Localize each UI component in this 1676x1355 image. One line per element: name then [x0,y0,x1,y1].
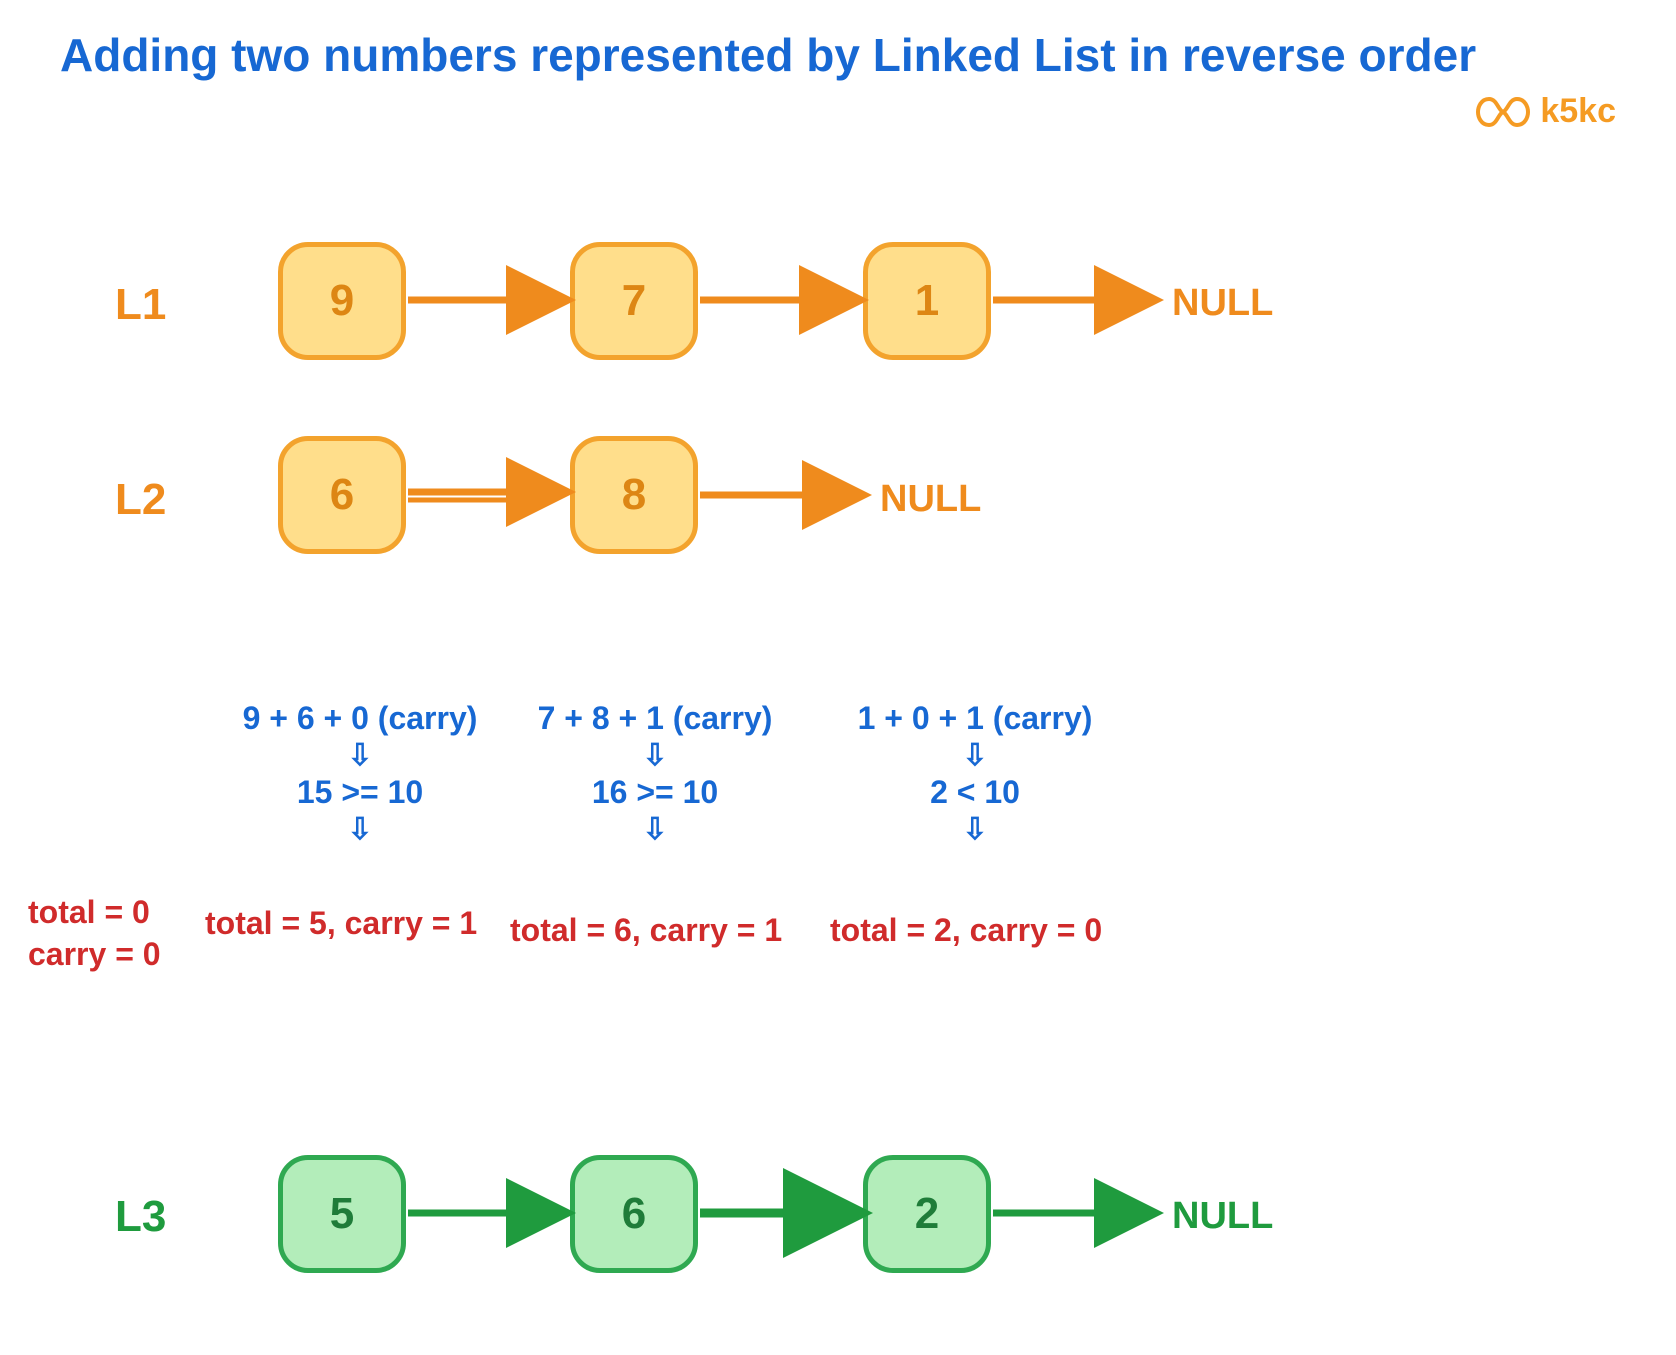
l1-node-0: 9 [278,242,406,360]
l2-node-0: 6 [278,436,406,554]
l3-node-0-value: 5 [330,1189,354,1239]
l3-node-0: 5 [278,1155,406,1273]
l2-null: NULL [880,478,981,521]
l2-label: L2 [115,475,166,525]
l1-node-2-value: 1 [915,276,939,326]
brand-badge: k5kc [1476,92,1616,131]
down-arrow-icon: ⇩ [215,813,505,846]
l3-node-1: 6 [570,1155,698,1273]
brand-logo-icon [1476,95,1530,129]
down-arrow-icon: ⇩ [830,739,1120,772]
l1-node-1: 7 [570,242,698,360]
step-1-cmp: 16 >= 10 [510,774,800,811]
step-0-expr: 9 + 6 + 0 (carry) [215,700,505,737]
brand-text: k5kc [1540,92,1616,131]
arrows-layer-bottom [0,0,1676,1355]
step-0-cmp: 15 >= 10 [215,774,505,811]
down-arrow-icon: ⇩ [830,813,1120,846]
step-2: 1 + 0 + 1 (carry) ⇩ 2 < 10 ⇩ [830,700,1120,848]
step-2-expr: 1 + 0 + 1 (carry) [830,700,1120,737]
l3-node-1-value: 6 [622,1189,646,1239]
step-2-cmp: 2 < 10 [830,774,1120,811]
l1-null: NULL [1172,282,1273,325]
initial-totals: total = 0 carry = 0 [28,892,161,975]
init-carry: carry = 0 [28,934,161,976]
l2-node-1: 8 [570,436,698,554]
page-title: Adding two numbers represented by Linked… [60,28,1476,82]
step-2-result: total = 2, carry = 0 [830,912,1102,949]
l3-node-2: 2 [863,1155,991,1273]
step-1-expr: 7 + 8 + 1 (carry) [510,700,800,737]
l1-label: L1 [115,280,166,330]
step-0-result: total = 5, carry = 1 [205,905,477,942]
l1-node-2: 1 [863,242,991,360]
step-1: 7 + 8 + 1 (carry) ⇩ 16 >= 10 ⇩ [510,700,800,848]
down-arrow-icon: ⇩ [215,739,505,772]
l3-null: NULL [1172,1195,1273,1238]
step-1-result: total = 6, carry = 1 [510,912,782,949]
l3-node-2-value: 2 [915,1189,939,1239]
down-arrow-icon: ⇩ [510,813,800,846]
l2-node-0-value: 6 [330,470,354,520]
step-0: 9 + 6 + 0 (carry) ⇩ 15 >= 10 ⇩ [215,700,505,848]
down-arrow-icon: ⇩ [510,739,800,772]
l2-node-1-value: 8 [622,470,646,520]
init-total: total = 0 [28,892,161,934]
arrows-layer-top [0,0,1676,1355]
l3-label: L3 [115,1192,166,1242]
l1-node-1-value: 7 [622,276,646,326]
l1-node-0-value: 9 [330,276,354,326]
